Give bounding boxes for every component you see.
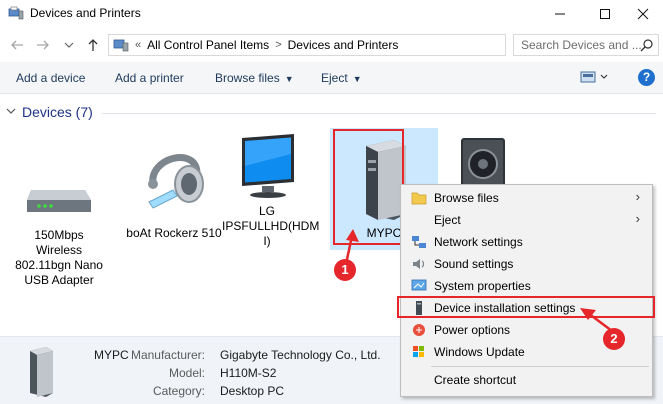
maximize-icon — [600, 9, 610, 19]
computer-tower-small-icon — [30, 347, 53, 397]
eject-button[interactable]: Eject ▼ — [321, 71, 362, 85]
up-arrow-icon — [88, 39, 98, 51]
maximize-button[interactable] — [585, 0, 625, 28]
browse-files-label: Browse files — [215, 71, 280, 85]
up-button[interactable] — [84, 37, 102, 53]
help-button[interactable]: ? — [638, 69, 655, 86]
minimize-icon — [555, 13, 565, 15]
caret-down-icon: ▼ — [352, 74, 362, 84]
minimize-button[interactable] — [540, 0, 580, 28]
window-title: Devices and Printers — [30, 6, 141, 20]
device-monitor[interactable]: LG IPSFULLHD(HDM I) — [222, 132, 320, 249]
group-title: Devices (7) — [22, 104, 93, 120]
device-label-line: Wireless — [35, 243, 82, 257]
network-icon — [412, 236, 426, 248]
title-bar: Devices and Printers — [0, 0, 663, 28]
device-wireless-adapter[interactable]: 150Mbps Wireless 802.11bgn Nano USB Adap… — [14, 168, 104, 288]
menu-item-create-shortcut[interactable]: Create shortcut — [401, 369, 652, 391]
details-category-value: Desktop PC — [220, 384, 285, 398]
power-icon — [413, 324, 425, 336]
menu-item-browse-files[interactable]: Browse files › — [401, 187, 652, 209]
device-headset[interactable]: boAt Rockerz 510 — [118, 138, 230, 241]
collapse-chevron-icon[interactable] — [6, 106, 16, 118]
context-menu: Browse files › Eject › Network settings … — [400, 184, 653, 397]
menu-item-label: Create shortcut — [434, 373, 517, 387]
devices-group-header[interactable]: Devices (7) — [6, 104, 93, 120]
menu-item-network-settings[interactable]: Network settings — [401, 231, 652, 253]
breadcrumb-devices-and-printers[interactable]: Devices and Printers — [288, 38, 399, 52]
headset-icon — [148, 154, 204, 209]
search-placeholder: Search Devices and ... — [521, 38, 642, 52]
search-icon — [640, 39, 653, 52]
menu-item-label: Network settings — [434, 235, 523, 249]
eject-label: Eject — [321, 71, 348, 85]
control-panel-icon — [113, 39, 129, 52]
command-bar: Add a device Add a printer Browse files ▼… — [0, 62, 663, 94]
menu-item-label: Power options — [434, 323, 511, 337]
close-button[interactable] — [623, 0, 663, 28]
details-manufacturer-value: Gigabyte Technology Co., Ltd. — [220, 348, 381, 362]
annotation-badge-2: 2 — [603, 328, 625, 350]
speaker-small-icon — [413, 259, 425, 269]
back-button[interactable] — [8, 37, 26, 53]
devices-printers-app-icon — [8, 6, 24, 20]
details-model-label: Model: — [168, 366, 205, 380]
device-label: boAt Rockerz 510 — [126, 226, 222, 240]
add-printer-button[interactable]: Add a printer — [115, 71, 184, 85]
add-device-button[interactable]: Add a device — [16, 71, 85, 85]
windows-update-icon — [413, 346, 424, 357]
address-bar[interactable]: « All Control Panel Items > Devices and … — [108, 34, 506, 56]
annotation-badge-1: 1 — [334, 259, 356, 281]
folder-icon — [411, 192, 427, 205]
close-icon — [637, 8, 649, 20]
device-label-line: I) — [263, 234, 271, 248]
caret-down-icon: ▼ — [284, 74, 294, 84]
menu-item-label: Eject — [434, 213, 461, 227]
recent-locations-button[interactable] — [60, 37, 78, 53]
menu-item-system-properties[interactable]: System properties — [401, 275, 652, 297]
search-input[interactable]: Search Devices and ... — [513, 34, 659, 56]
device-label-line: 802.11bgn Nano — [15, 258, 103, 272]
menu-separator — [431, 366, 649, 367]
browse-files-button[interactable]: Browse files ▼ — [215, 71, 294, 85]
forward-arrow-icon — [37, 40, 49, 50]
forward-button[interactable] — [34, 37, 52, 53]
menu-item-label: System properties — [434, 279, 531, 293]
router-icon — [27, 190, 91, 212]
device-label-line: IPSFULLHD(HDM — [222, 219, 320, 233]
device-label-line: USB Adapter — [24, 273, 94, 287]
view-options-icon — [580, 71, 608, 83]
breadcrumb-overflow[interactable]: « — [135, 39, 141, 51]
menu-item-label: Sound settings — [434, 257, 514, 271]
change-view-button[interactable] — [580, 70, 610, 87]
details-model-value: H110M-S2 — [220, 366, 277, 380]
system-icon — [411, 279, 427, 291]
menu-item-label: Windows Update — [434, 345, 525, 359]
monitor-icon — [242, 134, 294, 198]
submenu-arrow-icon: › — [635, 211, 640, 226]
details-manufacturer-label: Manufacturer: — [130, 348, 205, 362]
chevron-down-icon — [64, 42, 74, 48]
breadcrumb-all-control-panel-items[interactable]: All Control Panel Items — [147, 38, 269, 52]
menu-item-sound-settings[interactable]: Sound settings — [401, 253, 652, 275]
submenu-arrow-icon: › — [635, 189, 640, 204]
back-arrow-icon — [11, 40, 23, 50]
breadcrumb-separator-icon[interactable]: > — [275, 39, 281, 51]
device-label-line: 150Mbps — [34, 228, 84, 242]
menu-item-label: Browse files — [434, 191, 499, 205]
menu-item-eject[interactable]: Eject › — [401, 209, 652, 231]
details-device-name: MYPC — [94, 348, 129, 362]
details-category-label: Category: — [152, 384, 205, 398]
group-divider — [102, 113, 656, 114]
address-row: « All Control Panel Items > Devices and … — [0, 30, 663, 60]
device-label-line: LG — [258, 204, 275, 218]
